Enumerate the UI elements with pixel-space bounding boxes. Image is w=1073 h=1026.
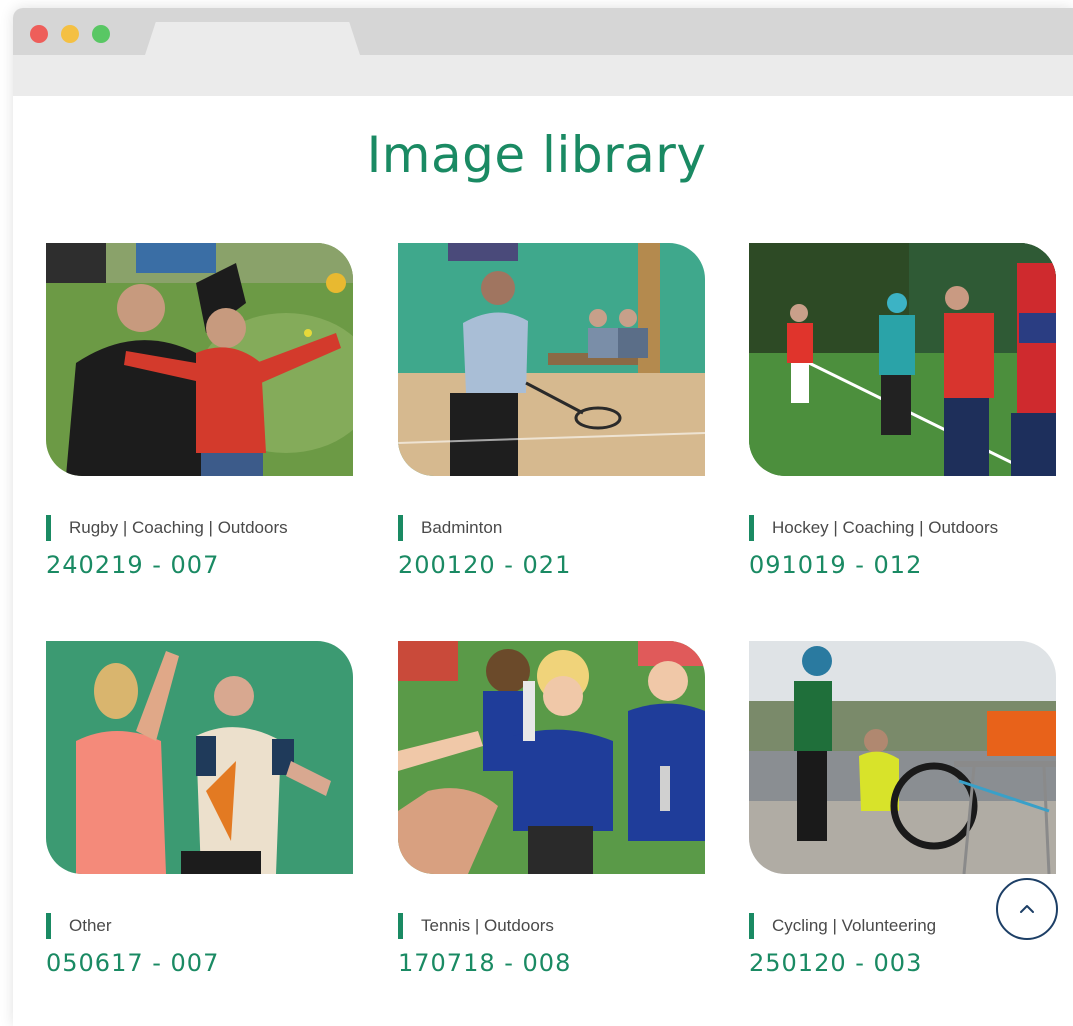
page-content: Image library Rugby | Coaching | Outdoor…: [13, 96, 1073, 1026]
image-tags: Badminton: [398, 515, 741, 541]
image-thumbnail[interactable]: [398, 641, 705, 874]
image-tags: Other: [46, 913, 389, 939]
image-card[interactable]: Hockey | Coaching | Outdoors 091019 - 01…: [749, 243, 1056, 583]
browser-tab[interactable]: [145, 22, 360, 55]
browser-toolbar: [13, 55, 1073, 96]
image-tags: Rugby | Coaching | Outdoors: [46, 515, 389, 541]
image-thumbnail[interactable]: [398, 243, 705, 476]
chevron-up-icon: [1020, 905, 1034, 913]
maximize-window-button[interactable]: [92, 25, 110, 43]
image-card[interactable]: Badminton 200120 - 021: [398, 243, 705, 583]
title-bar: [13, 8, 1073, 55]
minimize-window-button[interactable]: [61, 25, 79, 43]
image-tags: Hockey | Coaching | Outdoors: [749, 515, 1073, 541]
image-code[interactable]: 091019 - 012: [749, 551, 922, 579]
browser-window: Image library Rugby | Coaching | Outdoor…: [13, 8, 1073, 1026]
scroll-to-top-button[interactable]: [996, 878, 1058, 940]
image-card[interactable]: Rugby | Coaching | Outdoors 240219 - 007: [46, 243, 353, 583]
image-thumbnail[interactable]: [749, 243, 1056, 476]
image-card[interactable]: Other 050617 - 007: [46, 641, 353, 981]
image-tags: Tennis | Outdoors: [398, 913, 741, 939]
image-code[interactable]: 170718 - 008: [398, 949, 571, 977]
image-code[interactable]: 250120 - 003: [749, 949, 922, 977]
image-thumbnail[interactable]: [749, 641, 1056, 874]
image-code[interactable]: 200120 - 021: [398, 551, 571, 579]
close-window-button[interactable]: [30, 25, 48, 43]
image-code[interactable]: 050617 - 007: [46, 949, 219, 977]
page-title: Image library: [366, 126, 707, 184]
image-thumbnail[interactable]: [46, 243, 353, 476]
image-thumbnail[interactable]: [46, 641, 353, 874]
image-card[interactable]: Tennis | Outdoors 170718 - 008: [398, 641, 705, 981]
image-code[interactable]: 240219 - 007: [46, 551, 219, 579]
